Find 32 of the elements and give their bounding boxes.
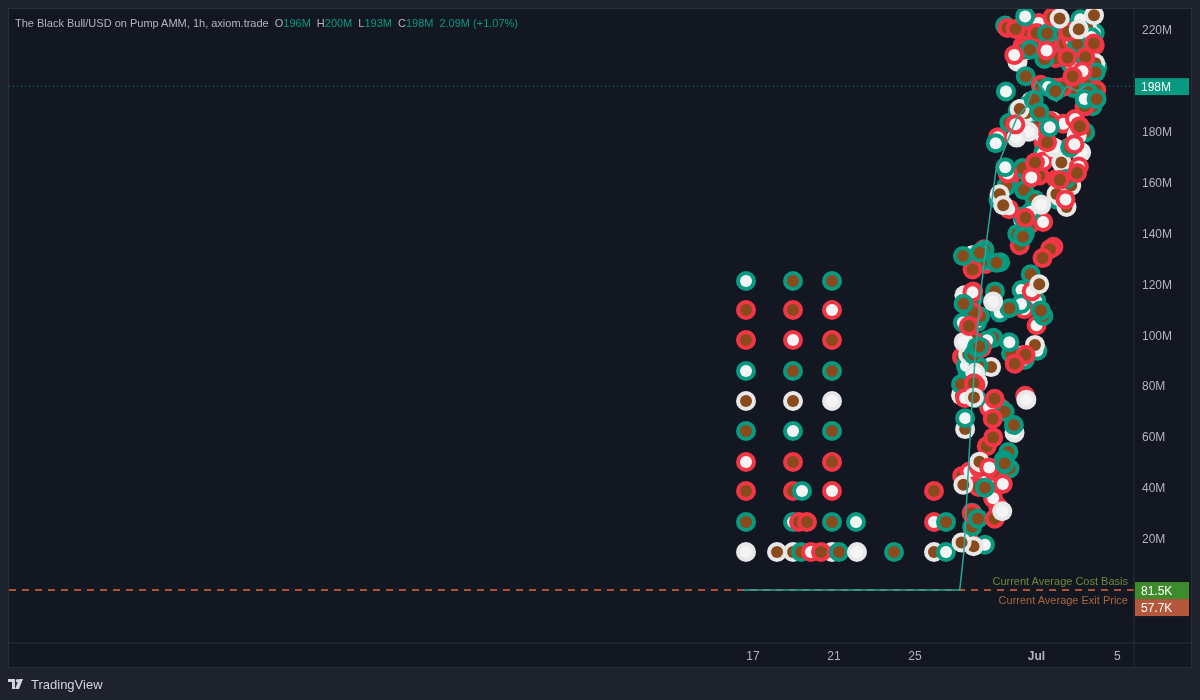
ohlc-label: L — [358, 17, 365, 29]
time-axis-label: Jul — [1027, 649, 1046, 663]
price-axis-label: 220M — [1142, 23, 1173, 38]
price-badge: 57.7K — [1135, 599, 1189, 617]
ohlc-value: 200M — [324, 17, 353, 29]
logo-icon — [8, 679, 26, 689]
brand-name: TradingView — [31, 676, 103, 692]
price-axis-label: 140M — [1142, 226, 1173, 241]
ohlc-value: 198M — [405, 17, 434, 29]
price-badge: 198M — [1135, 78, 1189, 96]
time-axis-label: 21 — [827, 649, 841, 663]
line-label: Current Average Cost Basis — [992, 575, 1128, 588]
time-axis-label: 5 — [1114, 649, 1121, 663]
price-axis-label: 40M — [1142, 481, 1166, 496]
ohlc-value: 193M — [364, 17, 392, 29]
price-axis-label: 20M — [1142, 532, 1166, 547]
price-axis-label: 120M — [1142, 277, 1173, 292]
price-axis-label: 100M — [1142, 328, 1173, 343]
price-axis-label: 180M — [1142, 124, 1173, 139]
time-axis-label: 25 — [908, 649, 922, 663]
ohlc-label: H — [316, 17, 325, 29]
price-badge: 81.5K — [1135, 582, 1189, 600]
ohlc-label: O — [274, 17, 284, 29]
line-label: Current Average Exit Price — [998, 594, 1128, 607]
price-axis-label: 60M — [1142, 430, 1166, 445]
time-axis-label: 17 — [746, 649, 760, 663]
symbol-title: The Black Bull/USD on Pump AMM, 1h, axiom.trade — [15, 17, 269, 29]
price-change: 2.09M (+1.07%) — [439, 17, 518, 29]
ohlc-value: 196M — [283, 17, 311, 29]
price-axis-label: 80M — [1142, 379, 1166, 394]
ohlc-label: C — [397, 17, 406, 29]
price-axis-label: 160M — [1142, 175, 1173, 190]
